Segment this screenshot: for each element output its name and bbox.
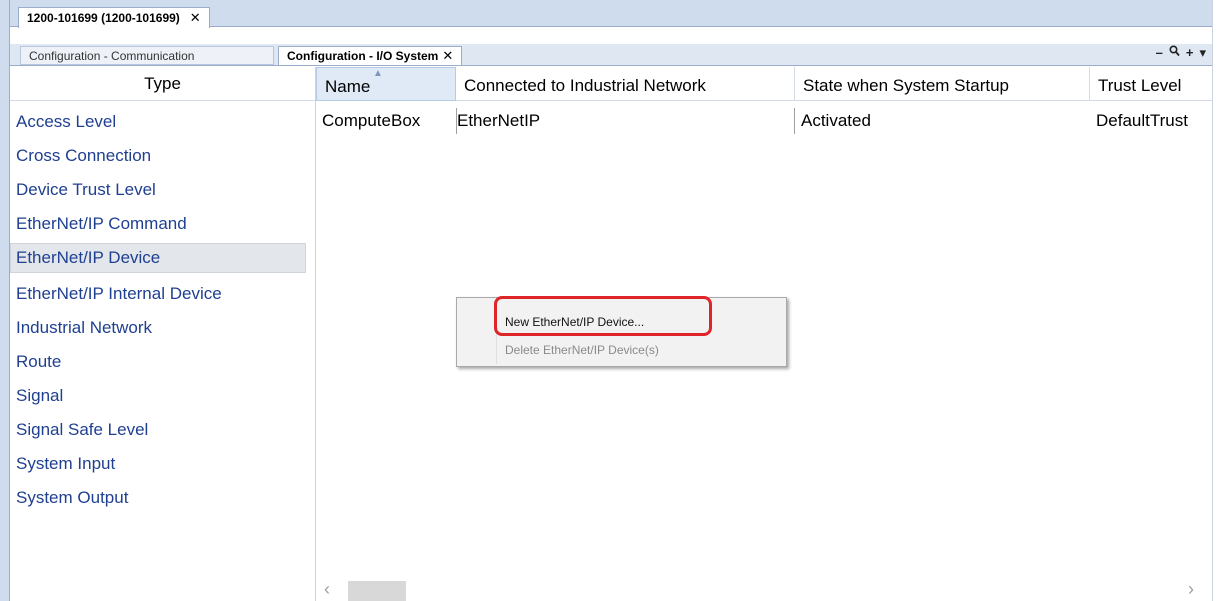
menu-icon-gutter [496,300,497,364]
close-icon[interactable]: ✕ [190,8,201,28]
search-icon[interactable] [1169,45,1180,61]
tab-label: Configuration - I/O System [287,49,439,63]
document-tab[interactable]: 1200-101699 (1200-101699) ✕ [18,7,210,28]
tab-label: Configuration - Communication [29,48,195,63]
context-menu: New EtherNet/IP Device... Delete EtherNe… [456,297,787,367]
more-options-icon[interactable]: ▾ [1199,45,1206,61]
document-tab-bar: 1200-101699 (1200-101699) ✕ [10,0,1212,28]
cell-name[interactable]: ComputeBox [316,108,456,134]
type-item-system-input[interactable]: System Input [10,449,306,479]
menu-item-delete-ethernetip-device: Delete EtherNet/IP Device(s) [505,343,659,357]
scroll-right-icon[interactable]: › [1188,579,1194,600]
menu-item-new-ethernetip-device[interactable]: New EtherNet/IP Device... [505,315,644,329]
tab-configuration-communication[interactable]: Configuration - Communication [20,46,274,65]
scrollbar-thumb[interactable] [348,581,406,601]
type-item-ethernetip-command[interactable]: EtherNet/IP Command [10,209,306,239]
column-label: Trust Level [1098,76,1182,95]
column-header-state-startup[interactable]: State when System Startup [795,67,1090,101]
table-row[interactable]: ComputeBox EtherNetIP Activated DefaultT… [316,108,1212,134]
type-item-industrial-network[interactable]: Industrial Network [10,313,306,343]
column-label: Name [325,77,371,96]
cell-state-startup[interactable]: Activated [795,108,1090,134]
column-label: State when System Startup [803,76,1009,95]
grid-header: ▲ Name Connected to Industrial Network S… [316,67,1212,101]
close-icon[interactable]: ✕ [442,47,453,65]
sort-ascending-icon: ▲ [373,68,383,79]
type-item-access-level[interactable]: Access Level [10,107,306,137]
document-tab-title: 1200-101699 (1200-101699) [27,11,180,25]
type-item-route[interactable]: Route [10,347,306,377]
type-item-signal-safe-level[interactable]: Signal Safe Level [10,415,306,445]
horizontal-scrollbar[interactable]: ‹ › [316,577,1212,601]
type-list-pane: Type Access Level Cross Connection Devic… [10,67,316,601]
left-frame-strip [0,0,10,601]
tab-tools: – + ▾ [1156,45,1206,61]
configuration-tab-bar: Configuration - Communication Configurat… [10,44,1212,66]
type-item-device-trust-level[interactable]: Device Trust Level [10,175,306,205]
tab-configuration-io-system[interactable]: Configuration - I/O System ✕ [278,46,463,65]
column-header-trust-level[interactable]: Trust Level [1090,67,1212,101]
type-item-ethernetip-internal-device[interactable]: EtherNet/IP Internal Device [10,279,306,309]
column-header-name[interactable]: ▲ Name [316,67,456,101]
type-item-system-output[interactable]: System Output [10,483,306,513]
column-header-connected-network[interactable]: Connected to Industrial Network [456,67,795,101]
cell-connected-network[interactable]: EtherNetIP [456,108,795,134]
column-label: Connected to Industrial Network [464,76,706,95]
minimize-icon[interactable]: – [1156,45,1163,61]
type-item-signal[interactable]: Signal [10,381,306,411]
add-icon[interactable]: + [1186,45,1194,61]
type-item-cross-connection[interactable]: Cross Connection [10,141,306,171]
cell-trust-level[interactable]: DefaultTrust [1090,108,1212,134]
scroll-left-icon[interactable]: ‹ [324,579,330,600]
right-frame-strip [1212,0,1222,601]
type-header: Type [10,67,315,101]
type-item-ethernetip-device[interactable]: EtherNet/IP Device [10,243,306,273]
